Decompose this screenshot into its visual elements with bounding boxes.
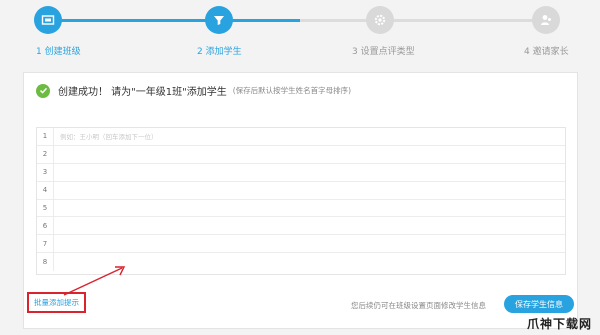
step-2-circle[interactable] — [205, 6, 233, 34]
check-circle-icon — [36, 83, 50, 98]
annotation-arrow-icon — [63, 266, 126, 296]
step-3-circle[interactable] — [366, 6, 394, 34]
table-row: 5 — [37, 199, 565, 218]
parent-icon — [541, 15, 551, 25]
class-board-icon — [41, 15, 55, 25]
success-note: (保存后默认按学生姓名首字母排序) — [232, 86, 352, 95]
table-row: 3 — [37, 163, 565, 182]
row-number: 1 — [37, 128, 54, 145]
watermark-logo: 爪神下载网 — [526, 317, 592, 331]
gear-icon — [374, 14, 386, 26]
footer-note: 您后续仍可在班级设置页面修改学生信息 — [351, 301, 486, 310]
step-2-label[interactable]: 2 添加学生 — [197, 44, 242, 57]
table-row: 4 — [37, 181, 565, 200]
progress-track-remaining — [300, 19, 548, 22]
success-title: 创建成功！ 请为"一年级1班"添加学生 — [58, 87, 227, 98]
student-name-input[interactable]: 例如：王小明（回车添加下一位） — [54, 128, 565, 145]
step-3-label[interactable]: 3 设置点评类型 — [352, 44, 415, 57]
step-1-label[interactable]: 1 创建班级 — [36, 44, 81, 57]
student-name-input[interactable] — [54, 146, 565, 163]
progress-track-complete — [48, 19, 300, 22]
student-name-input[interactable] — [54, 217, 565, 234]
row-number: 5 — [37, 199, 54, 217]
success-message: 创建成功！ 请为"一年级1班"添加学生 (保存后默认按学生姓名首字母排序) — [36, 83, 351, 98]
student-name-input[interactable] — [54, 200, 565, 217]
table-row: 6 — [37, 217, 565, 236]
student-input-grid: 1 例如：王小明（回车添加下一位） 2 3 4 5 6 7 8 — [36, 127, 566, 275]
row-number: 8 — [37, 253, 54, 272]
step-4-circle[interactable] — [532, 6, 560, 34]
row-number: 3 — [37, 163, 54, 181]
table-row: 1 例如：王小明（回车添加下一位） — [37, 128, 565, 146]
save-students-button[interactable]: 保存学生信息 — [504, 295, 574, 313]
funnel-icon — [214, 16, 224, 25]
row-number: 4 — [37, 181, 54, 199]
table-row: 2 — [37, 145, 565, 164]
row-number: 7 — [37, 235, 54, 253]
input-placeholder: 例如：王小明（回车添加下一位） — [60, 133, 158, 142]
student-name-input[interactable] — [54, 164, 565, 181]
row-number: 2 — [37, 145, 54, 163]
row-number: 6 — [37, 217, 54, 235]
student-name-input[interactable] — [54, 235, 565, 252]
step-4-label[interactable]: 4 邀请家长 — [524, 44, 569, 57]
student-name-input[interactable] — [54, 253, 565, 271]
student-name-input[interactable] — [54, 182, 565, 199]
progress-stepper: 1 创建班级 2 添加学生 3 设置点评类型 4 邀请家长 — [0, 0, 600, 66]
step-1-circle[interactable] — [34, 6, 62, 34]
table-row: 7 — [37, 235, 565, 254]
